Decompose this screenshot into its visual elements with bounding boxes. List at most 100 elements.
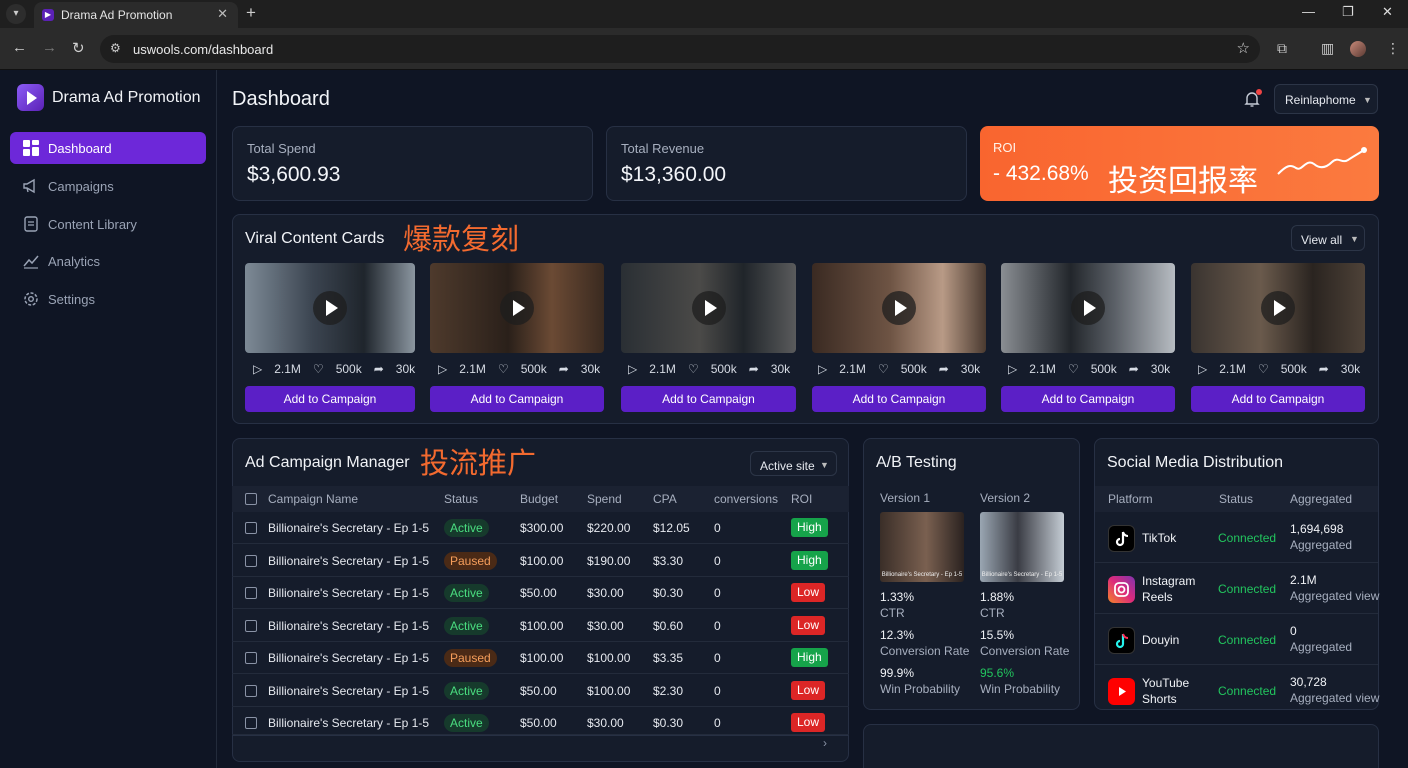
social-row-instagram[interactable]: Instagram Reels Connected 2.1M Aggregate… (1095, 563, 1380, 614)
row-checkbox[interactable] (245, 555, 257, 567)
table-row[interactable]: Billionaire's Secretary - Ep 1-5 Active $5… (232, 707, 849, 735)
table-row[interactable]: Billionaire's Secretary - Ep 1-5 Active $3… (232, 512, 849, 544)
profile-avatar[interactable] (1350, 41, 1366, 57)
minimize-button[interactable]: — (1302, 4, 1315, 19)
row-checkbox[interactable] (245, 717, 257, 729)
omnibox[interactable]: ⚙ uswools.com/dashboard ☆ (100, 35, 1260, 63)
sidepanel-icon[interactable]: ▥ (1321, 40, 1334, 57)
social-row-youtube-shorts[interactable]: YouTube Shorts Connected 30,728 Aggregat… (1095, 665, 1379, 716)
add-to-campaign-button[interactable]: Add to Campaign (245, 386, 415, 412)
add-to-campaign-button[interactable]: Add to Campaign (1191, 386, 1365, 412)
tab-search-button[interactable]: ▾ (6, 4, 26, 24)
campaign-name[interactable]: Billionaire's Secretary - Ep 1-5 (268, 651, 429, 665)
video-thumbnail[interactable] (1191, 263, 1365, 353)
social-row-tiktok[interactable]: TikTok Connected 1,694,698 Aggregated (1095, 512, 1378, 563)
row-checkbox[interactable] (245, 587, 257, 599)
total-spend-label: Total Spend (247, 141, 316, 156)
roi-value: - 432.68% (993, 162, 1089, 185)
play-icon[interactable] (691, 291, 726, 325)
play-icon[interactable] (1071, 291, 1105, 325)
column-header[interactable]: Budget (520, 492, 558, 506)
campaign-name[interactable]: Billionaire's Secretary - Ep 1-5 (268, 554, 429, 568)
version2-win: 95.6% (980, 666, 1015, 680)
spend-value: $30.00 (587, 619, 624, 633)
tab-close-icon[interactable]: ✕ (217, 6, 228, 22)
version1-conversion-label: Conversion Rate (880, 644, 970, 658)
sidebar-item-analytics[interactable]: Analytics (10, 245, 206, 277)
campaign-name[interactable]: Billionaire's Secretary - Ep 1-5 (268, 586, 429, 600)
view-all-button[interactable]: View all ▼ (1291, 225, 1365, 251)
user-menu-dropdown[interactable]: Reinlaphome ▼ (1274, 84, 1378, 114)
row-checkbox[interactable] (245, 685, 257, 697)
table-row[interactable]: Billionaire's Secretary - Ep 1-5 Paused $1… (232, 545, 849, 577)
extensions-icon[interactable]: ⧉ (1277, 40, 1287, 57)
version2-thumbnail[interactable]: Billionaire's Secretary - Ep 1-5 (980, 512, 1064, 582)
play-icon[interactable] (1261, 291, 1295, 325)
play-icon[interactable] (500, 291, 534, 325)
campaign-name[interactable]: Billionaire's Secretary - Ep 1-5 (268, 619, 429, 633)
sidebar-item-campaigns[interactable]: Campaigns (10, 170, 206, 202)
video-thumbnail[interactable] (430, 263, 604, 353)
spend-value: $190.00 (587, 554, 631, 568)
platform-status: Connected (1218, 531, 1277, 545)
conversions-value: 0 (714, 716, 721, 730)
play-icon[interactable] (313, 291, 347, 325)
status-badge: Active (444, 584, 489, 602)
back-button[interactable]: ← (12, 39, 27, 56)
active-site-filter[interactable]: Active site ▼ (750, 451, 837, 476)
video-thumbnail[interactable] (245, 263, 415, 353)
sidebar-item-content-library[interactable]: Content Library (10, 208, 206, 240)
version1-label: Version 1 (880, 491, 931, 505)
status-badge: Paused (444, 552, 497, 570)
new-tab-button[interactable]: + (246, 3, 256, 23)
total-spend-card: Total Spend $3,600.93 (232, 126, 593, 201)
table-row[interactable]: Billionaire's Secretary - Ep 1-5 Active $5… (232, 675, 849, 707)
forward-button[interactable]: → (42, 39, 57, 56)
table-row[interactable]: Billionaire's Secretary - Ep 1-5 Active $1… (232, 610, 849, 642)
viral-annotation: 爆款复刻 (403, 222, 520, 256)
column-header[interactable]: Status (444, 492, 478, 506)
version1-thumbnail[interactable]: Billionaire's Secretary - Ep 1-5 (880, 512, 964, 582)
column-header[interactable]: ROI (791, 492, 812, 506)
video-thumbnail[interactable] (812, 263, 986, 353)
reload-button[interactable]: ↻ (72, 39, 85, 57)
column-header[interactable]: Campaign Name (268, 492, 358, 506)
add-to-campaign-button[interactable]: Add to Campaign (812, 386, 986, 412)
sidebar-item-settings[interactable]: Settings (10, 283, 206, 315)
heart-icon: ♡ (877, 362, 889, 376)
row-checkbox[interactable] (245, 652, 257, 664)
sidebar-item-label: Campaigns (48, 179, 114, 194)
browser-tab[interactable]: ▶ Drama Ad Promotion ✕ (34, 2, 238, 28)
add-to-campaign-button[interactable]: Add to Campaign (1001, 386, 1175, 412)
heart-icon: ♡ (312, 362, 324, 376)
close-window-button[interactable]: ✕ (1382, 4, 1393, 20)
scroll-right-icon[interactable]: › (823, 736, 827, 750)
column-header[interactable]: conversions (714, 492, 778, 506)
table-row[interactable]: Billionaire's Secretary - Ep 1-5 Paused $1… (232, 642, 849, 674)
shares-count: 30k (395, 362, 416, 376)
social-row-douyin[interactable]: Douyin Connected 0 Aggregated (1095, 614, 1378, 665)
video-thumbnail[interactable] (1001, 263, 1175, 353)
row-checkbox[interactable] (245, 620, 257, 632)
platform-value-label: Aggregated view (1290, 589, 1380, 603)
select-all-checkbox[interactable] (245, 493, 257, 505)
menu-kebab-icon[interactable]: ⋮ (1386, 40, 1400, 57)
site-info-icon[interactable]: ⚙ (110, 41, 121, 55)
campaign-name[interactable]: Billionaire's Secretary - Ep 1-5 (268, 521, 429, 535)
row-checkbox[interactable] (245, 522, 257, 534)
column-header[interactable]: Spend (587, 492, 622, 506)
cpa-value: $0.30 (653, 716, 684, 730)
column-header[interactable]: CPA (653, 492, 677, 506)
video-thumbnail[interactable] (621, 263, 796, 353)
campaign-name[interactable]: Billionaire's Secretary - Ep 1-5 (268, 684, 429, 698)
add-to-campaign-button[interactable]: Add to Campaign (430, 386, 604, 412)
table-row[interactable]: Billionaire's Secretary - Ep 1-5 Active $5… (232, 577, 849, 609)
chevron-down-icon: ▼ (1363, 95, 1372, 105)
platform-name: YouTube Shorts (1142, 676, 1190, 706)
restore-button[interactable]: ❐ (1342, 4, 1354, 20)
play-icon[interactable] (882, 291, 916, 325)
campaign-name[interactable]: Billionaire's Secretary - Ep 1-5 (268, 716, 429, 730)
sidebar-item-dashboard[interactable]: Dashboard (10, 132, 206, 164)
bookmark-star-icon[interactable]: ☆ (1237, 39, 1250, 57)
add-to-campaign-button[interactable]: Add to Campaign (621, 386, 796, 412)
